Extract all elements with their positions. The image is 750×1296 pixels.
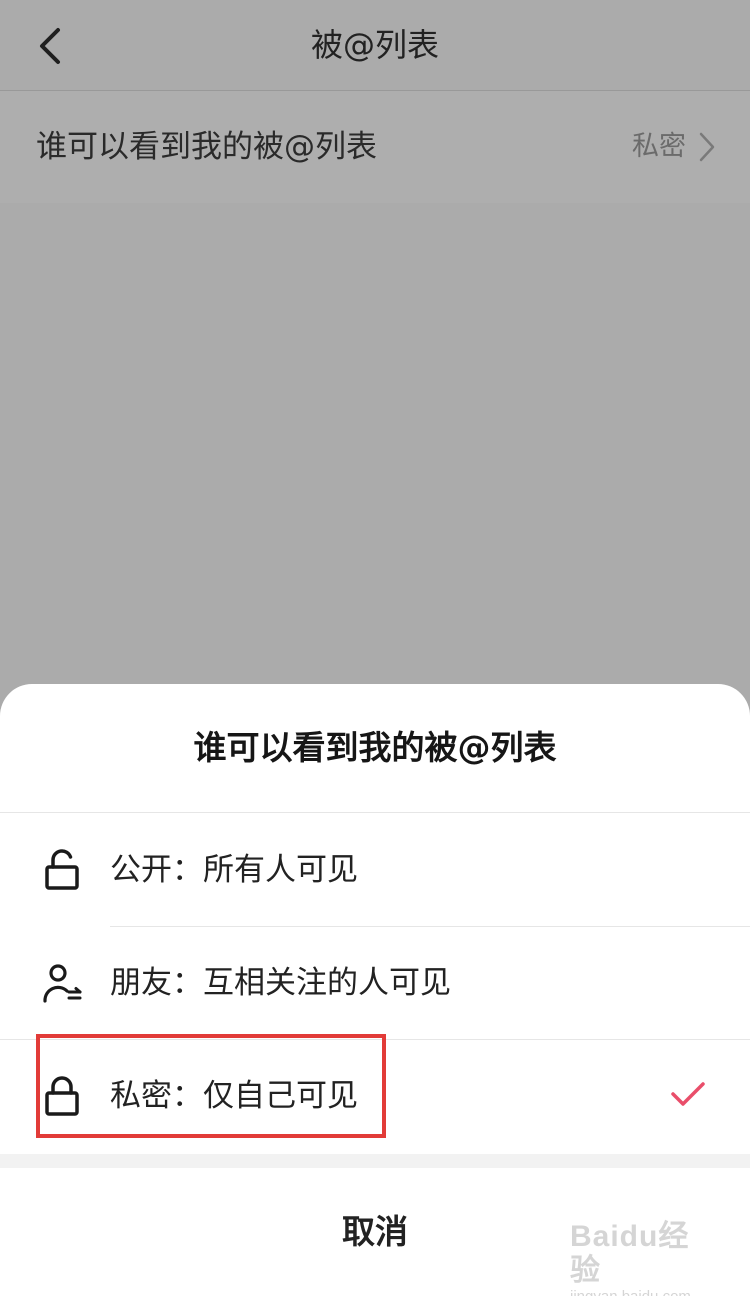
sheet-separator xyxy=(0,1154,750,1168)
divider xyxy=(0,812,750,813)
page-title: 被@列表 xyxy=(310,26,439,64)
setting-label: 谁可以看到我的被@列表 xyxy=(36,129,377,165)
unlocked-icon xyxy=(45,849,79,890)
setting-value: 私密 xyxy=(632,131,686,162)
option-public[interactable]: 公开：所有人可见 xyxy=(0,814,750,926)
option-friends[interactable]: 朋友：互相关注的人可见 xyxy=(0,927,750,1039)
back-icon[interactable] xyxy=(28,22,76,70)
nav-bar: 被@列表 xyxy=(0,0,750,91)
option-label: 朋友：互相关注的人可见 xyxy=(110,965,451,1001)
option-label: 公开：所有人可见 xyxy=(110,852,358,888)
chevron-right-icon xyxy=(699,132,715,162)
setting-row-mention-visibility[interactable]: 谁可以看到我的被@列表 私密 xyxy=(0,91,750,203)
screen: 被@列表 谁可以看到我的被@列表 私密 谁可以看到我的被@列表 公开：所有人可见 xyxy=(0,0,750,1296)
friends-icon xyxy=(43,964,82,1003)
highlight-annotation xyxy=(36,1034,386,1138)
watermark-url: jingyan.baidu.com xyxy=(570,1288,710,1296)
sheet-title: 谁可以看到我的被@列表 xyxy=(193,728,557,767)
visibility-sheet: 谁可以看到我的被@列表 公开：所有人可见 朋友：互相关注的人可见 私密：仅自己可… xyxy=(0,684,750,1296)
watermark-brand: Baidu经验 xyxy=(570,1220,690,1287)
checkmark-icon xyxy=(671,1082,705,1106)
watermark: Baidu经验 jingyan.baidu.com xyxy=(570,1220,710,1296)
